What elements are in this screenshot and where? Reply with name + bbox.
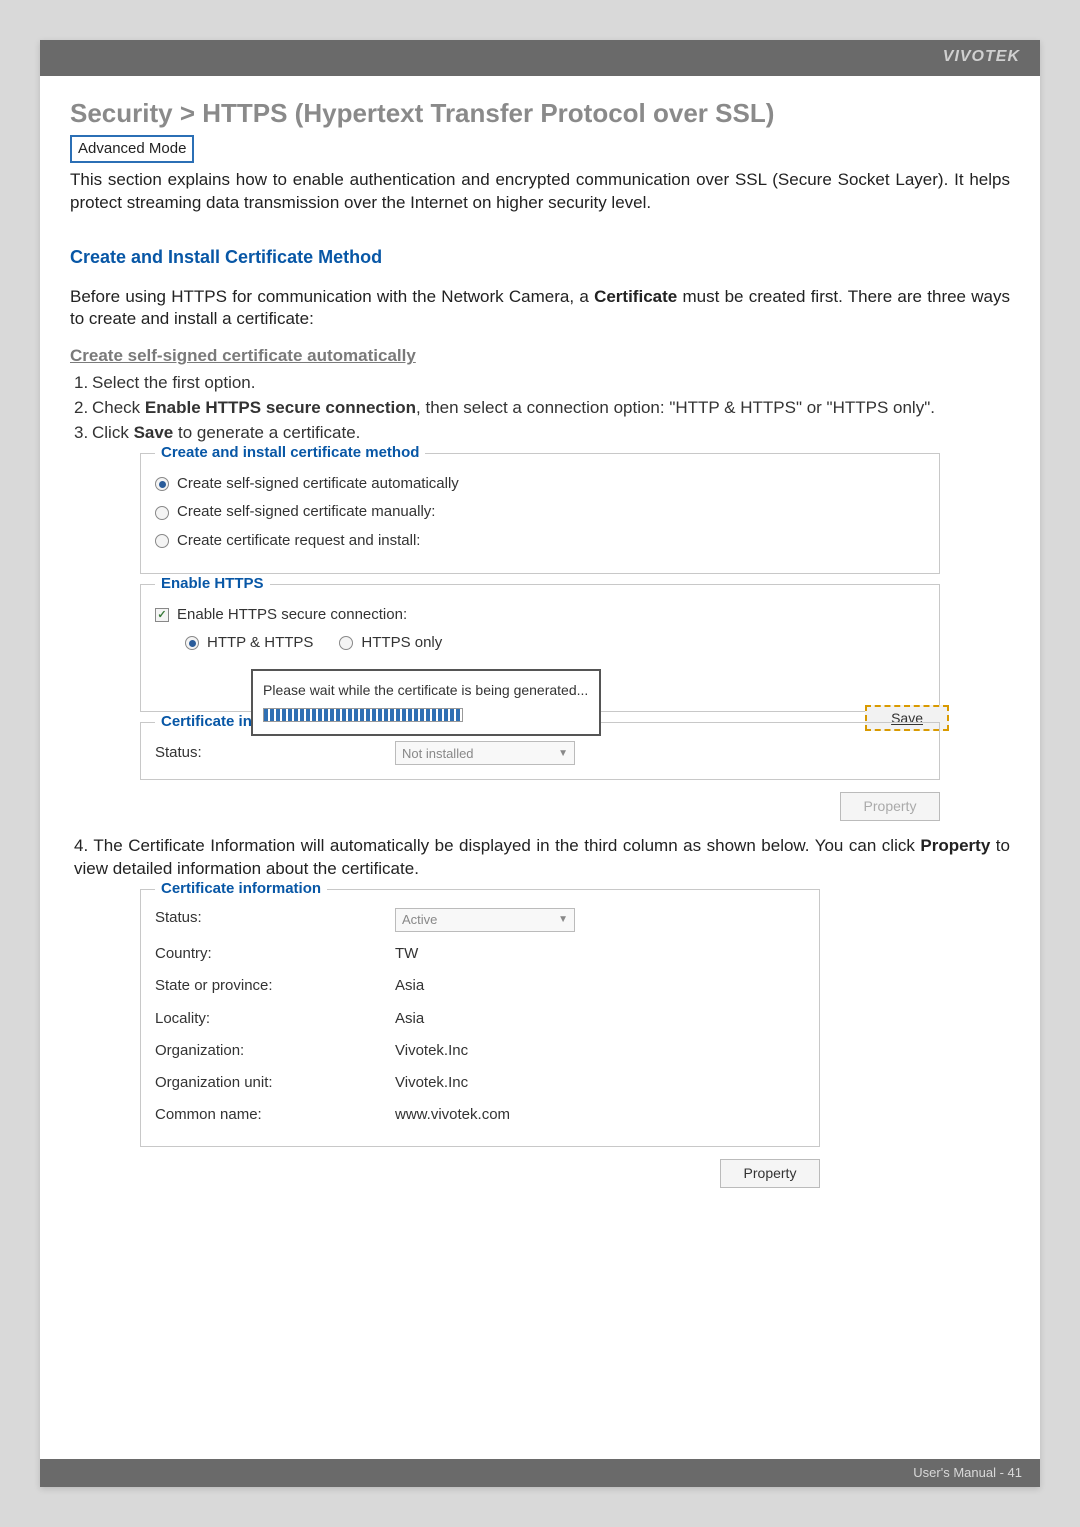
step-1: 1.Select the first option.	[74, 372, 1010, 395]
ui-screenshot-1: Create and install certificate method Cr…	[140, 453, 940, 821]
radio-label: Create certificate request and install:	[177, 531, 420, 551]
cert-key: Common name:	[155, 1105, 395, 1125]
status-dropdown[interactable]: Not installed ▼	[395, 741, 575, 765]
cert-key: Organization:	[155, 1041, 395, 1061]
radio-label: HTTPS only	[361, 633, 442, 653]
checkbox-label: Enable HTTPS secure connection:	[177, 605, 407, 625]
generating-modal: Please wait while the certificate is bei…	[251, 669, 601, 736]
property-button-disabled[interactable]: Property	[840, 792, 940, 821]
cert-row: Status: Active ▼	[155, 902, 805, 938]
section-heading: Create and Install Certificate Method	[70, 245, 1010, 269]
radio-opt2[interactable]: Create self-signed certificate manually:	[155, 502, 925, 522]
cert-key: Organization unit:	[155, 1073, 395, 1093]
header-brand: VIVOTEK	[40, 40, 1040, 76]
steps-list: 1.Select the first option. 2.Check Enabl…	[70, 372, 1010, 445]
radio-label: HTTP & HTTPS	[207, 633, 313, 653]
sub-heading: Create self-signed certificate automatic…	[70, 345, 1010, 368]
step-4: 4. The Certificate Information will auto…	[70, 835, 1010, 881]
radio-label: Create self-signed certificate automatic…	[177, 474, 459, 494]
cert-key: Country:	[155, 944, 395, 964]
cert-row: State or province: Asia	[155, 970, 805, 1002]
chevron-down-icon: ▼	[558, 913, 568, 927]
page-footer: User's Manual - 41	[40, 1459, 1040, 1487]
ui-screenshot-2: Certificate information Status: Active ▼…	[140, 889, 820, 1187]
check-enable-https[interactable]: Enable HTTPS secure connection:	[155, 605, 925, 625]
cert-row: Locality: Asia	[155, 1003, 805, 1035]
step-2: 2.Check Enable HTTPS secure connection, …	[74, 397, 1010, 420]
cert-row: Country: TW	[155, 938, 805, 970]
legend-enable: Enable HTTPS	[155, 574, 270, 594]
radio-icon[interactable]	[155, 534, 169, 548]
enable-https-fieldset: Enable HTTPS Enable HTTPS secure connect…	[140, 584, 940, 713]
page-title: Security > HTTPS (Hypertext Transfer Pro…	[70, 96, 1010, 131]
cert-info-fieldset-2: Certificate information Status: Active ▼…	[140, 889, 820, 1147]
modal-text: Please wait while the certificate is bei…	[263, 681, 589, 700]
radio-icon[interactable]	[339, 636, 353, 650]
radio-label: Create self-signed certificate manually:	[177, 502, 435, 522]
step-3: 3.Click Save to generate a certificate.	[74, 422, 1010, 445]
intro-paragraph: This section explains how to enable auth…	[70, 169, 1010, 215]
lead-paragraph: Before using HTTPS for communication wit…	[70, 286, 1010, 332]
checkbox-icon[interactable]	[155, 608, 169, 622]
cert-key: State or province:	[155, 976, 395, 996]
chevron-down-icon: ▼	[558, 747, 568, 761]
progress-bar	[263, 708, 463, 722]
legend-certinfo: Certificate information	[155, 879, 327, 899]
cert-key: Status:	[155, 908, 395, 932]
status-value: Not installed	[402, 745, 474, 763]
status-label: Status:	[155, 743, 375, 763]
cert-row: Organization unit: Vivotek.Inc	[155, 1067, 805, 1099]
radio-icon[interactable]	[155, 506, 169, 520]
radio-icon[interactable]	[155, 477, 169, 491]
status-value: Active	[402, 911, 437, 929]
cert-value: Vivotek.Inc	[395, 1041, 805, 1061]
cert-value: Asia	[395, 976, 805, 996]
cert-row: Organization: Vivotek.Inc	[155, 1035, 805, 1067]
cert-row: Common name: www.vivotek.com	[155, 1099, 805, 1131]
status-dropdown[interactable]: Active ▼	[395, 908, 575, 932]
radio-icon[interactable]	[185, 636, 199, 650]
connection-options: HTTP & HTTPS HTTPS only	[185, 633, 925, 653]
cert-value: www.vivotek.com	[395, 1105, 805, 1125]
property-button[interactable]: Property	[720, 1159, 820, 1188]
advanced-mode-badge: Advanced Mode	[70, 135, 194, 163]
radio-opt3[interactable]: Create certificate request and install:	[155, 531, 925, 551]
cert-value: TW	[395, 944, 805, 964]
radio-opt1[interactable]: Create self-signed certificate automatic…	[155, 474, 925, 494]
cert-value: Asia	[395, 1009, 805, 1029]
cert-key: Locality:	[155, 1009, 395, 1029]
cert-value: Vivotek.Inc	[395, 1073, 805, 1093]
legend-method: Create and install certificate method	[155, 443, 425, 463]
certificate-method-fieldset: Create and install certificate method Cr…	[140, 453, 940, 574]
